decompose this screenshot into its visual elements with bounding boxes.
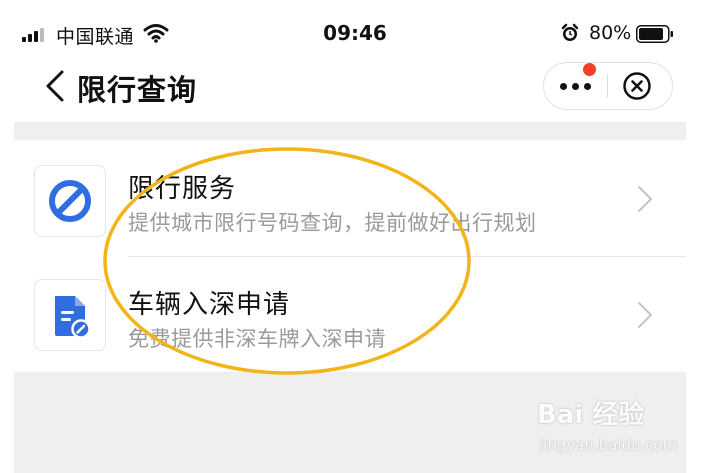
chevron-right-icon [638, 186, 652, 212]
item-icon-container [34, 165, 106, 237]
status-bar: 中国联通 09:46 80% [0, 0, 701, 60]
wifi-icon [143, 24, 169, 43]
battery-icon [636, 25, 673, 43]
section-spacer [14, 122, 686, 140]
list-item-restriction-service[interactable]: 限行服务 提供城市限行号码查询，提前做好出行规划 [14, 140, 686, 257]
item-title: 限行服务 [128, 174, 237, 204]
item-description: 提供城市限行号码查询，提前做好出行规划 [128, 211, 537, 235]
mini-program-capsule [543, 62, 673, 110]
navigation-bar: 限行查询 [0, 60, 701, 122]
clock-time: 09:46 [323, 21, 387, 45]
notification-dot [583, 63, 596, 76]
item-title: 车辆入深申请 [128, 290, 291, 320]
item-icon-container [34, 279, 106, 351]
more-icon[interactable] [558, 79, 598, 93]
battery-percent: 80% [589, 22, 632, 44]
baidu-jingyan-watermark: Bai 经验 jingyan.baidu.com [533, 394, 683, 464]
back-chevron-icon[interactable] [42, 69, 68, 103]
watermark-logo-text: Bai 经验 [537, 400, 645, 430]
watermark-url: jingyan.baidu.com [539, 436, 678, 454]
capsule-divider [607, 74, 608, 98]
list-item-vehicle-entry-application[interactable]: 车辆入深申请 免费提供非深车牌入深申请 [14, 257, 686, 372]
page-title: 限行查询 [77, 73, 198, 107]
document-edit-icon [55, 296, 91, 339]
chevron-right-icon [638, 302, 652, 328]
item-description: 免费提供非深车牌入深申请 [128, 327, 386, 351]
services-list: 限行服务 提供城市限行号码查询，提前做好出行规划 车辆入深申请 免费提供非深车牌… [14, 140, 686, 372]
close-circle-icon[interactable] [622, 71, 652, 101]
carrier-name: 中国联通 [56, 26, 135, 48]
alarm-icon [561, 23, 579, 41]
no-entry-icon [49, 180, 91, 222]
signal-icon [22, 28, 48, 42]
